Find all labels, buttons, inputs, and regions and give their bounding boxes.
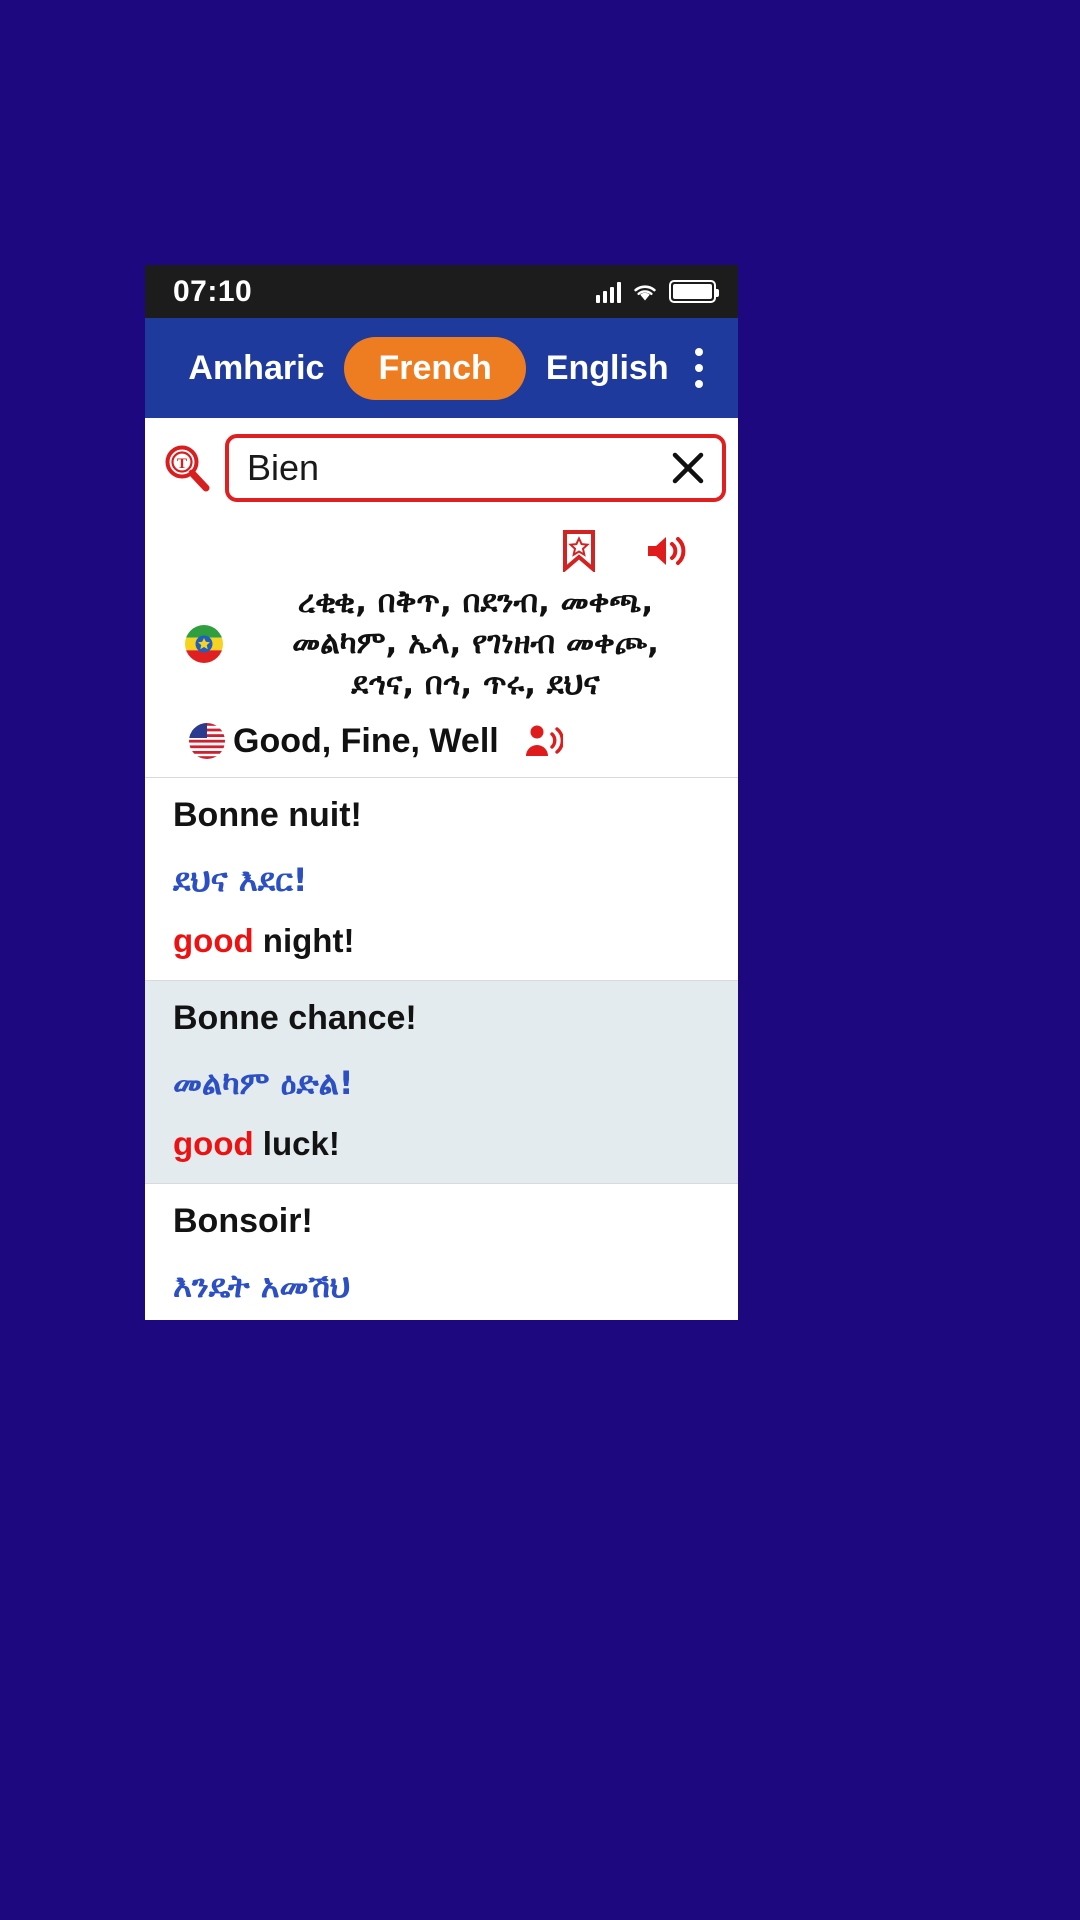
status-time: 07:10 xyxy=(173,274,253,308)
list-item[interactable]: Bonne nuit! ደህና እደር! good night! xyxy=(145,777,738,981)
kebab-menu-icon[interactable] xyxy=(682,344,716,392)
entry-english-rest: luck! xyxy=(253,1124,340,1162)
entry-english-highlight: good xyxy=(173,921,254,959)
entry-english-rest: night! xyxy=(253,921,355,959)
language-tab-amharic[interactable]: Amharic xyxy=(182,347,330,390)
entry-english: good night! xyxy=(173,922,712,960)
usa-flag-icon xyxy=(189,723,225,760)
speaker-volume-icon[interactable] xyxy=(644,532,690,570)
cellular-signal-icon xyxy=(595,281,621,303)
search-translate-icon[interactable]: T xyxy=(159,440,215,496)
list-item[interactable]: Bonsoir! እንዴት አመሽህ xyxy=(145,1183,738,1320)
status-bar: 07:10 xyxy=(145,265,738,318)
entry-french: Bonsoir! xyxy=(173,1201,313,1240)
page-background: 07:10 Amharic French English T Bien ረቂቂ,… xyxy=(0,0,1080,1920)
list-item[interactable]: Bonne chance! መልካም ዕድል! good luck! xyxy=(145,980,738,1184)
english-translation-text: Good, Fine, Well xyxy=(233,721,499,760)
language-header: Amharic French English xyxy=(145,318,738,418)
amharic-translation-text: ረቂቂ, በቅጥ, በደንብ, መቀጫ, መልካም, ኤላ, የገነዘብ መቀጮ… xyxy=(241,582,710,706)
entry-amharic: እንዴት አመሽህ xyxy=(173,1266,351,1305)
status-icons xyxy=(595,280,719,303)
english-translation-block: Good, Fine, Well xyxy=(145,716,738,777)
amharic-translation-block: ረቂቂ, በቅጥ, በደንብ, መቀጫ, መልካም, ኤላ, የገነዘብ መቀጮ… xyxy=(145,578,738,716)
amharic-line: ደኅና, በኅ, ጥሩ, ደህና xyxy=(351,666,600,703)
entry-french: Bonne nuit! xyxy=(173,795,362,834)
entry-amharic: ደህና እደር! xyxy=(173,860,308,899)
language-tab-french[interactable]: French xyxy=(344,336,526,400)
amharic-line: መልካም, ኤላ, የገነዘብ መቀጮ, xyxy=(292,625,659,662)
bookmark-star-icon[interactable] xyxy=(562,530,596,572)
person-speaking-icon[interactable] xyxy=(523,723,563,759)
entry-french: Bonne chance! xyxy=(173,998,417,1037)
search-input-value[interactable]: Bien xyxy=(247,450,668,486)
entry-actions xyxy=(145,516,738,578)
wifi-icon xyxy=(634,284,656,300)
entry-amharic: መልካም ዕድል! xyxy=(173,1063,354,1102)
search-input[interactable]: Bien xyxy=(225,434,726,502)
entry-english: good luck! xyxy=(173,1125,712,1163)
entry-english-highlight: good xyxy=(173,1124,254,1162)
amharic-line: ረቂቂ, በቅጥ, በደንብ, መቀጫ, xyxy=(297,584,654,620)
ethiopia-flag-icon xyxy=(185,624,223,663)
battery-full-icon xyxy=(669,280,719,303)
entry-list: Bonne nuit! ደህና እደር! good night! Bonne c… xyxy=(145,776,738,1320)
language-tab-english[interactable]: English xyxy=(540,347,675,390)
close-icon[interactable] xyxy=(668,448,708,488)
svg-text:T: T xyxy=(177,456,187,472)
language-tabs: Amharic French English xyxy=(145,336,738,400)
search-row: T Bien xyxy=(145,418,738,516)
phone-screen: 07:10 Amharic French English T Bien ረቂቂ,… xyxy=(145,265,738,1320)
